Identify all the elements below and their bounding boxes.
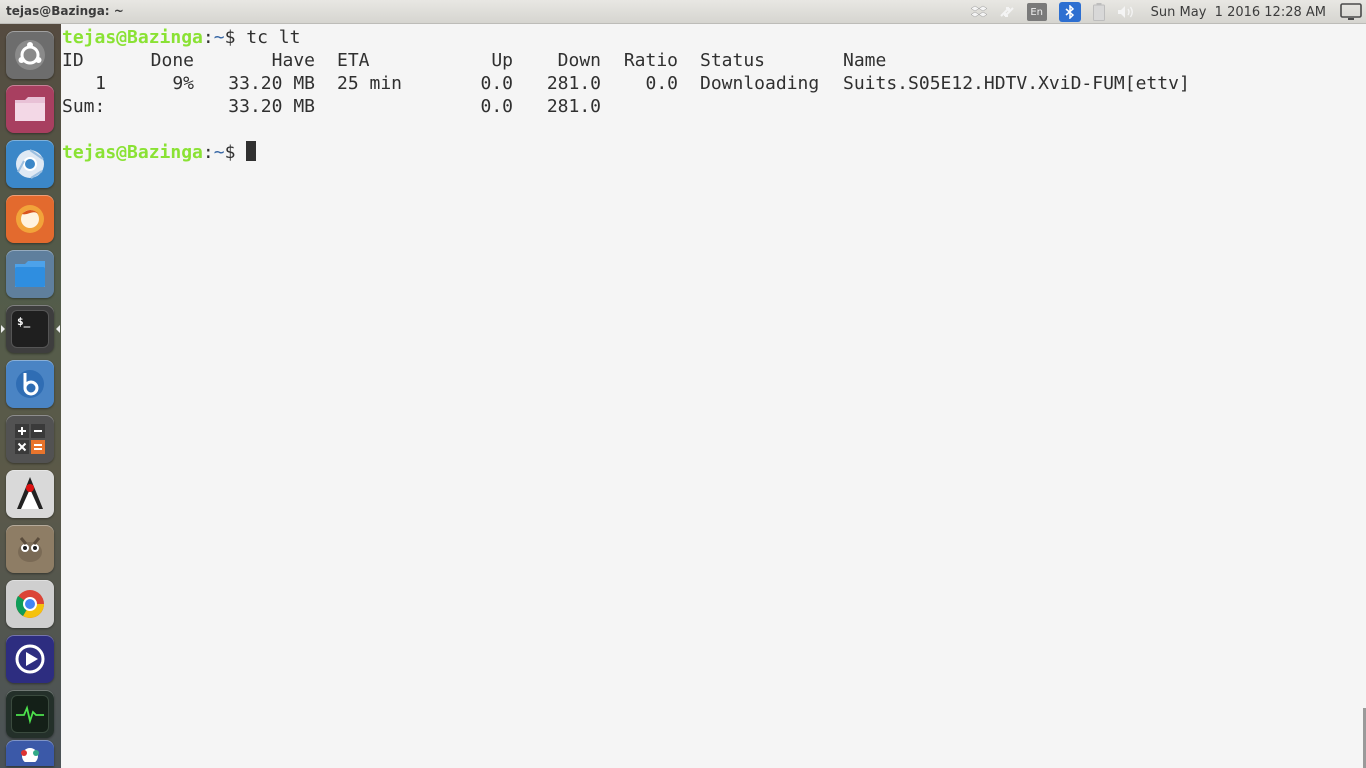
row-done: 9% bbox=[172, 73, 194, 94]
bluetooth-icon[interactable] bbox=[1058, 0, 1081, 24]
language-label: En bbox=[1026, 3, 1047, 21]
media-player-icon[interactable] bbox=[6, 635, 54, 683]
command-line: tejas@Bazinga:~$ tc lt bbox=[62, 26, 1366, 49]
sum-down: 281.0 bbox=[546, 96, 601, 117]
header-name: Name bbox=[843, 50, 887, 71]
session-icon[interactable] bbox=[1340, 0, 1362, 24]
row-ratio: 0.0 bbox=[645, 73, 678, 94]
terminal-icon[interactable]: $_ bbox=[6, 305, 54, 353]
keyboard-language-icon[interactable]: En bbox=[1026, 0, 1047, 24]
terminal-area[interactable]: tejas@Bazinga:~$ tc lt ID Done Have ETA Up Do… bbox=[61, 24, 1366, 768]
row-name: Suits.S05E12.HDTV.XviD-FUM[ettv] bbox=[843, 73, 1190, 94]
volume-icon[interactable] bbox=[1117, 0, 1135, 24]
java-duke-icon[interactable] bbox=[6, 470, 54, 518]
sum-row: Sum: 33.20 MB 0.0 281.0 bbox=[62, 95, 1366, 118]
calculator-icon[interactable] bbox=[6, 415, 54, 463]
gimp-icon[interactable] bbox=[6, 525, 54, 573]
transfer-icon[interactable] bbox=[999, 0, 1015, 24]
sum-up: 0.0 bbox=[480, 96, 513, 117]
google-chrome-icon[interactable] bbox=[6, 580, 54, 628]
prompt-separator: : bbox=[202, 27, 214, 48]
top-panel: tejas@Bazinga: ~ En Sun May 1 2016 12:28… bbox=[0, 0, 1366, 24]
prompt-user: tejas@Bazinga bbox=[62, 27, 203, 48]
header-eta: ETA bbox=[337, 50, 370, 71]
files-icon[interactable] bbox=[6, 85, 54, 133]
app-bottom-icon[interactable] bbox=[6, 740, 54, 766]
row-down: 281.0 bbox=[546, 73, 601, 94]
row-status: Downloading bbox=[700, 73, 820, 94]
table-row: 1 9% 33.20 MB 25 min 0.0 281.0 0.0 Downloading S… bbox=[62, 72, 1366, 95]
row-have: 33.20 MB bbox=[228, 73, 315, 94]
launcher: $_ bbox=[0, 24, 61, 768]
ubuntu-dash-icon[interactable] bbox=[6, 31, 54, 79]
firefox-icon[interactable] bbox=[6, 195, 54, 243]
prompt-user: tejas@Bazinga bbox=[62, 142, 203, 163]
header-id: ID bbox=[62, 50, 84, 71]
header-done: Done bbox=[150, 50, 194, 71]
header-down: Down bbox=[557, 50, 601, 71]
system-monitor-icon[interactable] bbox=[6, 690, 54, 738]
prompt-separator: : bbox=[202, 142, 214, 163]
command-text: tc lt bbox=[246, 27, 301, 48]
header-ratio: Ratio bbox=[623, 50, 678, 71]
header-up: Up bbox=[491, 50, 513, 71]
sum-label: Sum: bbox=[62, 96, 106, 117]
row-id: 1 bbox=[95, 73, 106, 94]
prompt-symbol: $ bbox=[224, 142, 236, 163]
active-prompt-line: tejas@Bazinga:~$ bbox=[62, 141, 1366, 164]
indicator-area: En Sun May 1 2016 12:28 AM bbox=[965, 0, 1366, 24]
text-cursor bbox=[246, 141, 257, 161]
prompt-path: ~ bbox=[213, 27, 225, 48]
header-have: Have bbox=[271, 50, 315, 71]
prompt-path: ~ bbox=[213, 142, 225, 163]
clock[interactable]: Sun May 1 2016 12:28 AM bbox=[1151, 5, 1326, 20]
row-up: 0.0 bbox=[480, 73, 513, 94]
header-status: Status bbox=[700, 50, 766, 71]
folder-icon[interactable] bbox=[6, 250, 54, 298]
app-b-icon[interactable] bbox=[6, 360, 54, 408]
dropbox-icon[interactable] bbox=[970, 0, 987, 24]
prompt-symbol: $ bbox=[224, 27, 236, 48]
chromium-icon[interactable] bbox=[6, 140, 54, 188]
sum-have: 33.20 MB bbox=[228, 96, 315, 117]
row-eta: 25 min bbox=[337, 73, 403, 94]
window-title: tejas@Bazinga: ~ bbox=[6, 4, 124, 18]
battery-icon[interactable] bbox=[1092, 0, 1105, 24]
table-header: ID Done Have ETA Up Down Ratio Status Name bbox=[62, 49, 1366, 72]
